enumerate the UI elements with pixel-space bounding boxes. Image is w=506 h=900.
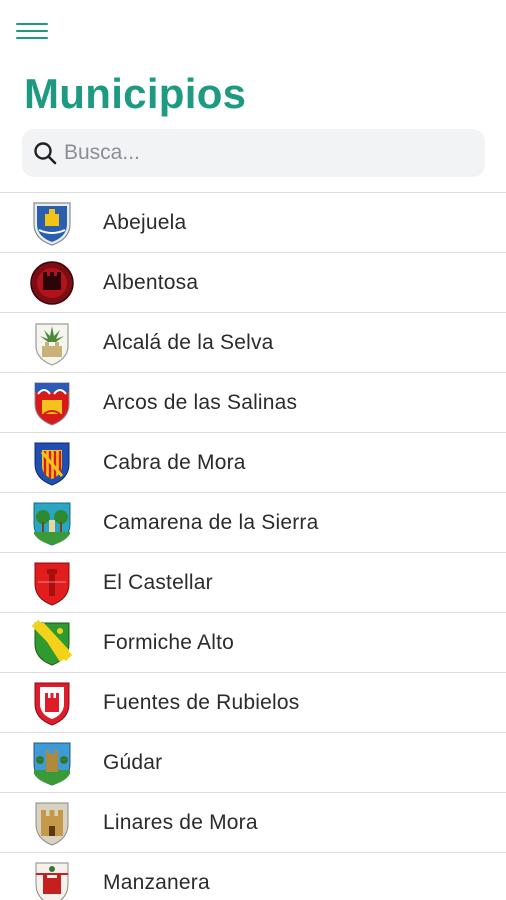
- municipality-name: Arcos de las Salinas: [103, 390, 298, 414]
- linares-de-mora-crest-icon: [35, 802, 69, 846]
- list-item[interactable]: Abejuela: [0, 193, 506, 253]
- formiche-alto-crest-icon: [31, 620, 73, 666]
- list-item[interactable]: Fuentes de Rubielos: [0, 673, 506, 733]
- list-item[interactable]: Formiche Alto: [0, 613, 506, 673]
- camarena-de-la-sierra-crest-icon: [33, 502, 71, 546]
- list-item[interactable]: Camarena de la Sierra: [0, 493, 506, 553]
- municipality-name: Albentosa: [103, 270, 199, 294]
- municipality-name: Linares de Mora: [103, 810, 258, 834]
- hamburger-menu-icon[interactable]: [16, 20, 50, 42]
- municipality-name: Cabra de Mora: [103, 450, 246, 474]
- abejuela-crest-icon: [33, 202, 71, 246]
- el-castellar-crest-icon: [34, 562, 70, 606]
- search-input[interactable]: [64, 141, 464, 165]
- manzanera-crest-icon: [35, 862, 69, 900]
- list-item[interactable]: Linares de Mora: [0, 793, 506, 853]
- search-icon: [34, 142, 57, 165]
- cabra-de-mora-crest-icon: [34, 442, 70, 486]
- list-item[interactable]: Manzanera: [0, 853, 506, 900]
- fuentes-de-rubielos-crest-icon: [34, 682, 70, 726]
- municipality-name: Fuentes de Rubielos: [103, 690, 300, 714]
- gudar-crest-icon: [33, 742, 71, 786]
- municipality-name: Camarena de la Sierra: [103, 510, 319, 534]
- arcos-de-las-salinas-crest-icon: [34, 382, 70, 426]
- municipality-name: Gúdar: [103, 750, 163, 774]
- list-item[interactable]: Gúdar: [0, 733, 506, 793]
- list-item[interactable]: Cabra de Mora: [0, 433, 506, 493]
- municipality-list: Abejuela Albentosa Alcalá de la Selva Ar…: [0, 192, 506, 900]
- albentosa-crest-icon: [30, 261, 74, 305]
- municipality-name: Manzanera: [103, 870, 210, 894]
- list-item[interactable]: El Castellar: [0, 553, 506, 613]
- page-title: Municipios: [24, 70, 247, 117]
- alcala-de-la-selva-crest-icon: [35, 323, 69, 366]
- list-item[interactable]: Alcalá de la Selva: [0, 313, 506, 373]
- municipality-name: Abejuela: [103, 210, 187, 234]
- list-item[interactable]: Albentosa: [0, 253, 506, 313]
- search-bar[interactable]: [22, 129, 485, 177]
- municipality-name: El Castellar: [103, 570, 213, 594]
- municipality-name: Formiche Alto: [103, 630, 234, 654]
- list-item[interactable]: Arcos de las Salinas: [0, 373, 506, 433]
- municipality-name: Alcalá de la Selva: [103, 330, 274, 354]
